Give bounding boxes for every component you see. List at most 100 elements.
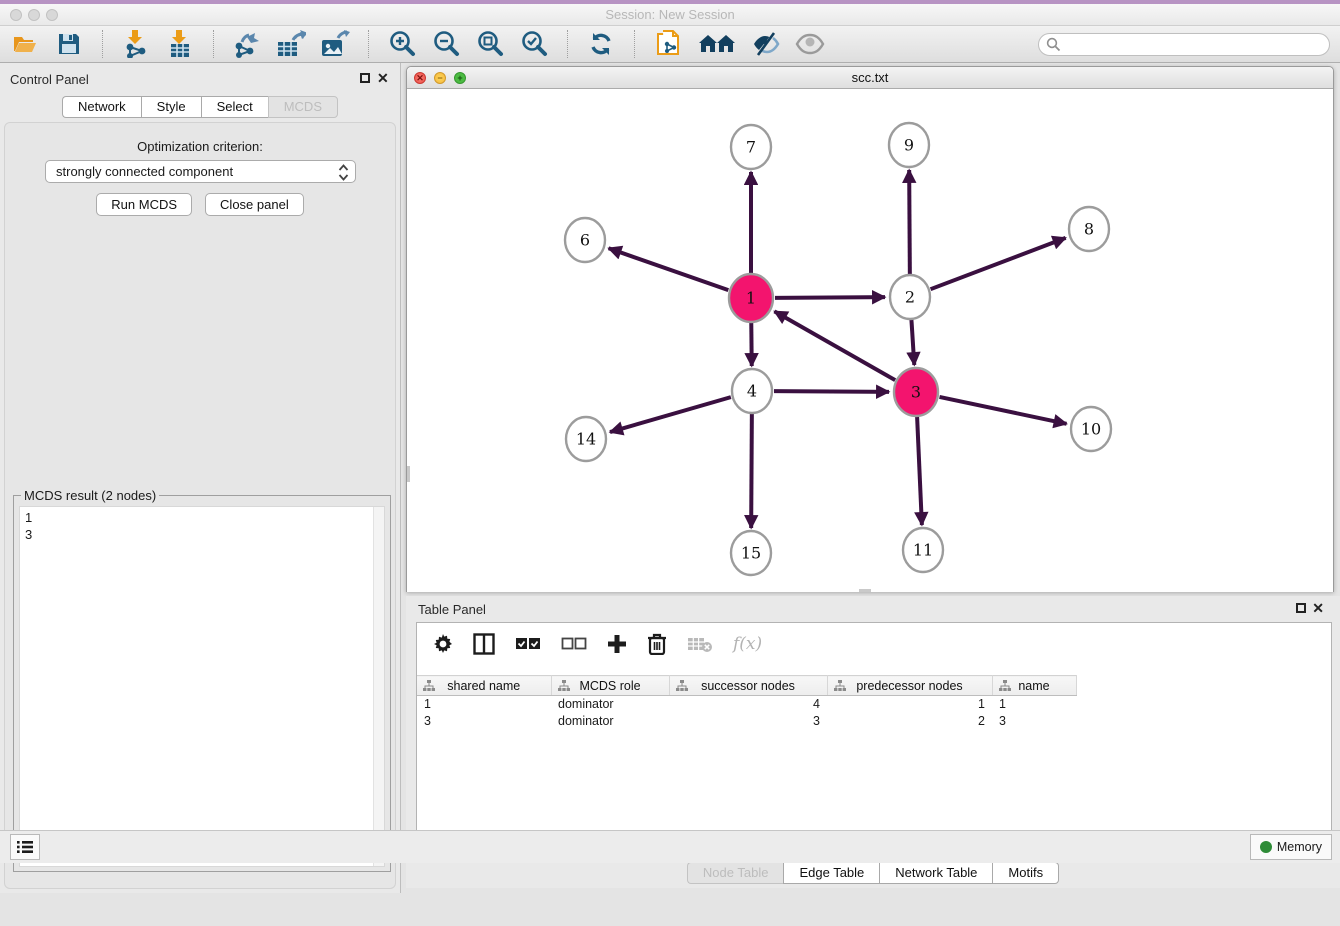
close-panel-button[interactable]: Close panel bbox=[205, 193, 304, 216]
first-neighbors-icon[interactable] bbox=[697, 29, 737, 59]
refresh-icon[interactable] bbox=[586, 29, 616, 59]
memory-button[interactable]: Memory bbox=[1250, 834, 1332, 860]
table-cell[interactable]: 2 bbox=[827, 713, 992, 730]
show-hide-graphics-details-icon[interactable] bbox=[751, 29, 781, 59]
mcds-result-line: 3 bbox=[25, 526, 379, 543]
edge-1-2[interactable] bbox=[775, 297, 885, 298]
criterion-dropdown[interactable]: strongly connected component bbox=[45, 160, 356, 183]
column-header-shared-name[interactable]: shared name bbox=[417, 676, 551, 696]
result-scrollbar[interactable] bbox=[373, 507, 384, 866]
table-cell[interactable]: dominator bbox=[551, 713, 669, 730]
network-window-titlebar[interactable]: ✕ − + scc.txt bbox=[407, 67, 1333, 89]
graph-node-4[interactable]: 4 bbox=[732, 369, 772, 413]
edge-2-8[interactable] bbox=[931, 238, 1066, 289]
delete-column-icon[interactable] bbox=[647, 632, 667, 656]
mcds-result-textarea[interactable]: 13 bbox=[19, 506, 385, 867]
duplicate-network-icon[interactable] bbox=[653, 29, 683, 59]
column-header-MCDS-role[interactable]: MCDS role bbox=[551, 676, 669, 696]
tab-edge-table[interactable]: Edge Table bbox=[783, 862, 879, 884]
graph-node-8[interactable]: 8 bbox=[1069, 207, 1109, 251]
close-panel-icon[interactable]: ✕ bbox=[377, 72, 389, 84]
import-network-icon[interactable] bbox=[121, 29, 151, 59]
table-cell[interactable]: 3 bbox=[992, 713, 1076, 730]
table-settings-gear-icon[interactable] bbox=[433, 632, 453, 656]
graph-node-3[interactable]: 3 bbox=[894, 368, 938, 416]
svg-text:10: 10 bbox=[1081, 420, 1101, 439]
tab-network[interactable]: Network bbox=[62, 96, 141, 118]
export-table-icon[interactable] bbox=[276, 29, 306, 59]
tab-node-table[interactable]: Node Table bbox=[687, 862, 784, 884]
export-network-icon[interactable] bbox=[232, 29, 262, 59]
edge-3-10[interactable] bbox=[939, 397, 1066, 424]
svg-text:7: 7 bbox=[746, 138, 756, 157]
table-cell[interactable]: 1 bbox=[417, 696, 551, 713]
control-panel: Control Panel ✕ NetworkStyleSelectMCDS O… bbox=[0, 63, 401, 893]
graph-node-11[interactable]: 11 bbox=[903, 528, 943, 572]
graph-node-6[interactable]: 6 bbox=[565, 218, 605, 262]
column-type-icon bbox=[676, 680, 688, 692]
column-chooser-icon[interactable] bbox=[473, 632, 495, 656]
graph-node-9[interactable]: 9 bbox=[889, 123, 929, 167]
zoom-out-icon[interactable] bbox=[431, 29, 461, 59]
table-row[interactable]: 1dominator411 bbox=[417, 696, 1076, 713]
column-header-name[interactable]: name bbox=[992, 676, 1076, 696]
tab-network-table[interactable]: Network Table bbox=[879, 862, 992, 884]
function-builder-icon-disabled: f(x) bbox=[733, 632, 762, 656]
edge-4-3[interactable] bbox=[774, 391, 889, 392]
table-cell[interactable]: dominator bbox=[551, 696, 669, 713]
tab-mcds[interactable]: MCDS bbox=[268, 96, 338, 118]
run-mcds-button[interactable]: Run MCDS bbox=[96, 193, 192, 216]
table-cell[interactable]: 1 bbox=[827, 696, 992, 713]
deselect-all-rows-icon[interactable] bbox=[561, 632, 587, 656]
column-header-successor-nodes[interactable]: successor nodes bbox=[669, 676, 827, 696]
open-file-icon[interactable] bbox=[10, 29, 40, 59]
edge-3-1[interactable] bbox=[774, 311, 895, 380]
network-canvas[interactable]: 7 9 6 8 1 2 4 3 14 10 15 11 bbox=[407, 89, 1333, 592]
tab-motifs[interactable]: Motifs bbox=[992, 862, 1059, 884]
table-cell[interactable]: 3 bbox=[669, 713, 827, 730]
control-panel-tabs: NetworkStyleSelectMCDS bbox=[0, 96, 400, 118]
edge-2-9[interactable] bbox=[909, 170, 910, 275]
network-title: scc.txt bbox=[407, 70, 1333, 85]
table-float-icon[interactable] bbox=[1296, 603, 1306, 613]
graph-node-2[interactable]: 2 bbox=[890, 275, 930, 319]
zoom-selected-icon[interactable] bbox=[519, 29, 549, 59]
tab-select[interactable]: Select bbox=[201, 96, 268, 118]
import-table-icon[interactable] bbox=[165, 29, 195, 59]
table-close-icon[interactable]: ✕ bbox=[1312, 602, 1324, 614]
zoom-fit-icon[interactable] bbox=[475, 29, 505, 59]
save-session-icon[interactable] bbox=[54, 29, 84, 59]
tab-style[interactable]: Style bbox=[141, 96, 201, 118]
node-table: shared nameMCDS rolesuccessor nodesprede… bbox=[417, 675, 1077, 730]
table-panel-title: Table Panel bbox=[418, 602, 486, 617]
edge-3-11[interactable] bbox=[917, 416, 922, 525]
edge-4-14[interactable] bbox=[610, 397, 731, 432]
graph-node-15[interactable]: 15 bbox=[731, 531, 771, 575]
export-image-icon[interactable] bbox=[320, 29, 350, 59]
table-row[interactable]: 3dominator323 bbox=[417, 713, 1076, 730]
session-title: Session: New Session bbox=[0, 7, 1340, 22]
table-cell[interactable]: 1 bbox=[992, 696, 1076, 713]
zoom-in-icon[interactable] bbox=[387, 29, 417, 59]
table-cell[interactable]: 4 bbox=[669, 696, 827, 713]
edge-4-15[interactable] bbox=[751, 413, 752, 528]
graph-node-14[interactable]: 14 bbox=[566, 417, 606, 461]
network-graph[interactable]: 7 9 6 8 1 2 4 3 14 10 15 11 bbox=[407, 89, 1333, 592]
add-column-icon[interactable] bbox=[607, 632, 627, 656]
network-window: ✕ − + scc.txt 7 9 6 8 1 2 4 3 14 10 15 11 bbox=[406, 66, 1334, 592]
select-all-rows-icon[interactable] bbox=[515, 632, 541, 656]
float-panel-icon[interactable] bbox=[360, 73, 370, 83]
memory-label: Memory bbox=[1277, 840, 1322, 854]
column-type-icon bbox=[558, 680, 570, 692]
table-cell[interactable]: 3 bbox=[417, 713, 551, 730]
mcds-result-group: MCDS result (2 nodes) 13 bbox=[13, 495, 391, 872]
edge-1-6[interactable] bbox=[609, 248, 729, 290]
search-input[interactable] bbox=[1038, 33, 1330, 56]
task-history-button[interactable] bbox=[10, 834, 40, 860]
graph-node-1[interactable]: 1 bbox=[729, 274, 773, 322]
column-header-predecessor-nodes[interactable]: predecessor nodes bbox=[827, 676, 992, 696]
graph-node-7[interactable]: 7 bbox=[731, 125, 771, 169]
graph-node-10[interactable]: 10 bbox=[1071, 407, 1111, 451]
canvas-scroll-hint bbox=[407, 466, 410, 482]
edge-2-3[interactable] bbox=[911, 319, 914, 365]
